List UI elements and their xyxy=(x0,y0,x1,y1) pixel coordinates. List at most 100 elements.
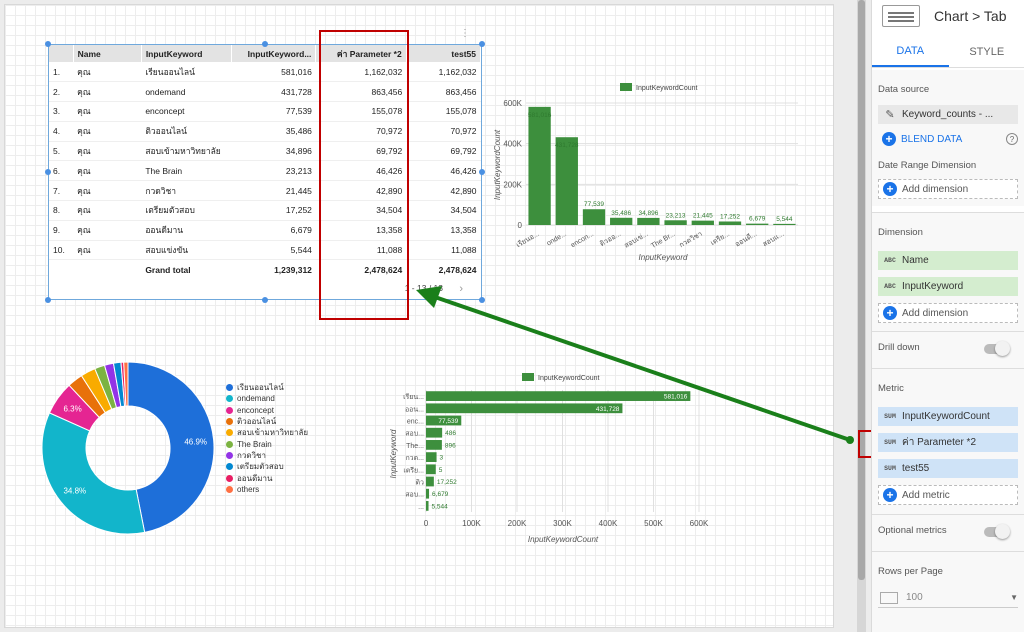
add-dimension-button[interactable]: + Add dimension xyxy=(878,303,1018,323)
table-cell: 21,445 xyxy=(231,180,316,202)
rows-per-page-select[interactable]: 100 ▼ xyxy=(878,588,1018,608)
canvas-scrollbar[interactable] xyxy=(857,0,866,632)
bar xyxy=(426,476,434,487)
resize-handle[interactable] xyxy=(45,297,51,303)
vertical-bar-chart[interactable]: InputKeywordCount 0 200K 400K 600K 581,016 เรี… xyxy=(488,75,803,270)
panel-title: Chart > Tab xyxy=(934,8,1007,24)
data-label: 5 xyxy=(439,467,443,474)
data-label: 3 xyxy=(440,455,444,462)
table-cell: 69,792 xyxy=(406,141,481,162)
column-header[interactable]: InputKeyword... xyxy=(231,45,317,62)
resize-handle[interactable] xyxy=(262,41,268,47)
donut-chart[interactable]: 46.9% 34.8% 6.3% xyxy=(40,360,216,536)
legend-item[interactable]: ออนดีมาน xyxy=(226,472,308,483)
table-row[interactable]: 8. คุณ เตรียมตัวสอบ 17,252 34,504 34,504 xyxy=(49,200,481,221)
data-source-value: Keyword_counts - ... xyxy=(902,109,994,120)
metric-chip-inputkeywordcount[interactable]: SUM InputKeywordCount xyxy=(878,407,1018,426)
bar xyxy=(426,440,442,450)
legend-item[interactable]: ondemand xyxy=(226,393,308,404)
table-row[interactable]: 9. คุณ ออนดีมาน 6,679 13,358 13,358 xyxy=(49,220,481,241)
x-tick-label: onde... xyxy=(546,231,568,248)
table-cell: enconcept xyxy=(141,101,232,122)
metric-chip-parameter[interactable]: SUM ค่า Parameter *2 xyxy=(878,433,1018,452)
table-row[interactable]: 7. คุณ กวดวิชา 21,445 42,890 42,890 xyxy=(49,180,481,202)
bar xyxy=(426,427,443,438)
help-icon[interactable]: ? xyxy=(1006,133,1018,145)
table-cell: The Brain xyxy=(141,160,232,182)
data-label: 77,539 xyxy=(584,201,604,208)
bar xyxy=(426,501,429,511)
tab-data[interactable]: DATA xyxy=(872,36,949,67)
x-tick-label: encon... xyxy=(570,231,595,250)
data-source-label: Data source xyxy=(878,84,930,95)
resize-handle[interactable] xyxy=(479,41,485,47)
table-row[interactable]: 5. คุณ สอบเข้ามหาวิทยาลัย 34,896 69,792 69,79… xyxy=(49,141,481,162)
y-tick-label: เรียน... xyxy=(403,393,424,401)
legend-item[interactable]: others xyxy=(226,484,308,495)
resize-handle[interactable] xyxy=(262,297,268,303)
resize-handle[interactable] xyxy=(45,169,51,175)
blend-data-button[interactable]: BLEND DATA xyxy=(901,134,962,145)
bar xyxy=(426,403,623,414)
total-cell xyxy=(49,260,73,280)
table-cell: 77,539 xyxy=(231,101,316,122)
resize-handle[interactable] xyxy=(45,41,51,47)
table-body: 1. คุณ เรียนออนไลน์ 581,016 1,162,032 1,162,0… xyxy=(49,62,481,280)
table-chart[interactable]: Name InputKeyword InputKeyword... ค่า Param… xyxy=(48,44,482,300)
y-tick-label: ติว xyxy=(416,479,425,487)
table-cell: 1,162,032 xyxy=(406,62,481,83)
dimension-chip-inputkeyword[interactable]: ABC InputKeyword xyxy=(878,277,1018,296)
metric-chip-test55[interactable]: SUM test55 xyxy=(878,459,1018,478)
table-cell: 9. xyxy=(49,220,74,241)
plus-icon: + xyxy=(883,306,897,320)
abc-type-icon: ABC xyxy=(884,257,896,264)
y-axis-title: InputKeyword xyxy=(389,429,398,478)
horizontal-bar-chart[interactable]: InputKeywordCount 0 100K 200K 300K 400K 500K 60… xyxy=(386,366,716,548)
blend-data-row[interactable]: + BLEND DATA ? xyxy=(878,132,1018,146)
add-metric-button[interactable]: + Add metric xyxy=(878,485,1018,505)
table-row[interactable]: 2. คุณ ondemand 431,728 863,456 863,456 xyxy=(49,81,481,103)
resize-handle[interactable] xyxy=(479,169,485,175)
pagination-arrows[interactable]: ‹ › xyxy=(437,283,471,295)
data-label: 486 xyxy=(445,430,456,437)
table-row[interactable]: 3. คุณ enconcept 77,539 155,078 155,078 xyxy=(49,101,481,122)
legend-swatch xyxy=(226,384,233,392)
resize-handle[interactable] xyxy=(479,297,485,303)
pie-slice xyxy=(41,412,146,535)
column-header[interactable]: test55 xyxy=(406,45,482,62)
bar xyxy=(664,220,687,225)
drill-down-section: Drill down xyxy=(872,332,1024,368)
data-source-chip[interactable]: ✎ Keyword_counts - ... xyxy=(878,105,1018,124)
data-label: 35,486 xyxy=(611,210,631,217)
legend-label: InputKeywordCount xyxy=(538,375,600,382)
table-row[interactable]: 1. คุณ เรียนออนไลน์ 581,016 1,162,032 1,162,0… xyxy=(49,62,481,83)
column-header[interactable]: Name xyxy=(73,45,142,62)
legend-swatch xyxy=(226,451,233,459)
bar xyxy=(426,488,430,499)
column-header[interactable]: InputKeyword xyxy=(141,45,233,62)
edit-pencil-icon[interactable]: ✎ xyxy=(878,108,902,121)
drill-down-toggle[interactable] xyxy=(984,341,1010,356)
optional-metrics-toggle[interactable] xyxy=(984,524,1010,539)
dimension-chip-name[interactable]: ABC Name xyxy=(878,251,1018,270)
table-cell: 11,088 xyxy=(406,240,481,261)
x-tick-label: 500K xyxy=(644,519,663,528)
table-row[interactable]: 10. คุณ สอบแข่งขัน 5,544 11,088 11,088 xyxy=(49,240,481,261)
legend-item[interactable]: เรียนออนไลน์ xyxy=(226,382,308,393)
sum-type-icon: SUM xyxy=(884,439,896,446)
table-cell: คุณ xyxy=(73,160,142,182)
table-chart-icon[interactable] xyxy=(882,5,920,27)
table-row[interactable]: 6. คุณ The Brain 23,213 46,426 46,426 xyxy=(49,160,481,182)
blend-plus-icon[interactable]: + xyxy=(882,132,896,146)
add-date-dimension-button[interactable]: + Add dimension xyxy=(878,179,1018,199)
rows-per-page-section: Rows per Page 100 ▼ xyxy=(872,552,1024,632)
table-cell: เตรียมตัวสอบ xyxy=(141,200,232,221)
column-header[interactable] xyxy=(49,45,74,62)
more-options-icon[interactable]: ⋮ xyxy=(460,28,470,39)
scrollbar-thumb[interactable] xyxy=(858,0,865,580)
bar xyxy=(426,452,437,462)
table-row[interactable]: 4. คุณ ติวออนไลน์ 35,486 70,972 70,972 xyxy=(49,121,481,142)
data-label: 23,213 xyxy=(666,212,686,219)
tab-style[interactable]: STYLE xyxy=(949,36,1024,67)
legend-item[interactable]: สอบเข้ามหาวิทยาลัย xyxy=(226,427,308,438)
